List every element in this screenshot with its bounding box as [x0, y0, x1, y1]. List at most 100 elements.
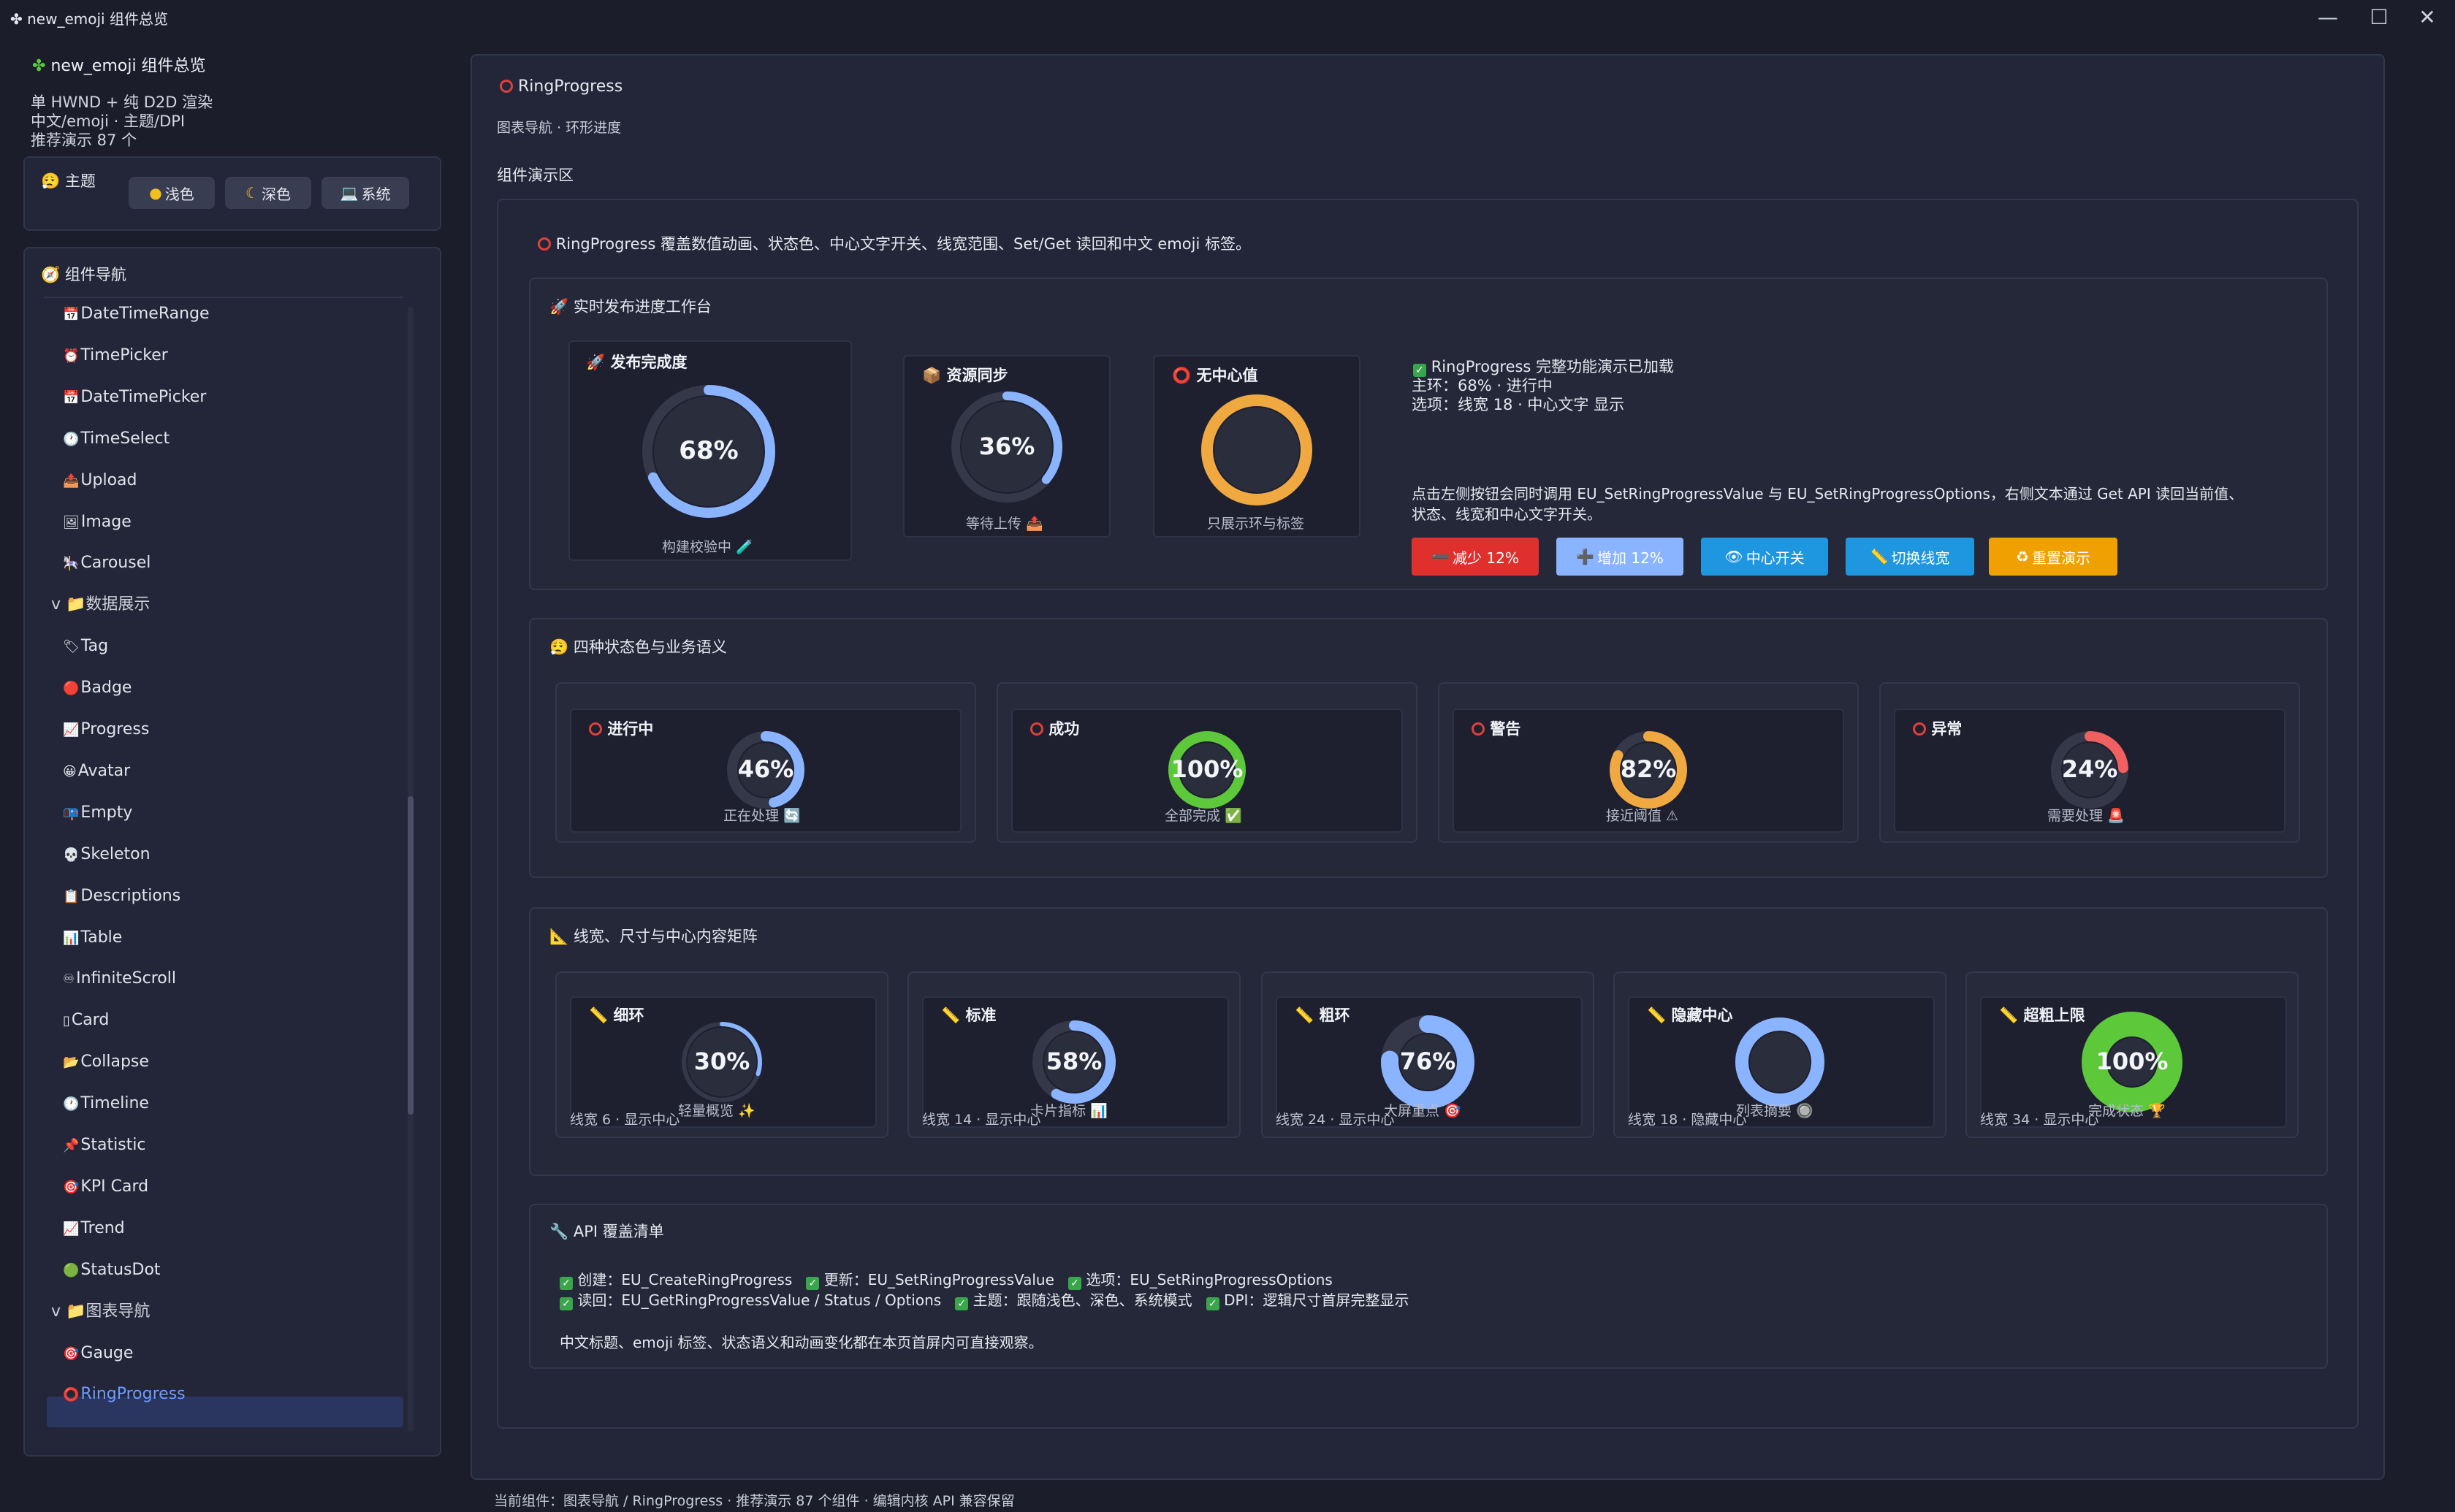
ruler-icon: 📏	[1870, 548, 1889, 565]
minimize-button[interactable]: —	[2306, 4, 2350, 29]
nav-item-icon: ⭕	[63, 1387, 80, 1403]
compass-icon: 🧭	[41, 266, 61, 283]
nav-item-infinitescroll[interactable]: ♾InfiniteScroll	[63, 964, 176, 993]
options-line: 选项：线宽 18 · 中心文字 显示	[1412, 396, 1625, 413]
matrix-card-title: 📏 标准	[941, 1004, 996, 1026]
state-card-title: 成功	[1030, 717, 1079, 739]
matrix-card-title-text: 粗环	[1319, 1007, 1350, 1024]
nav-item-timepicker[interactable]: ⏰TimePicker	[63, 341, 168, 370]
wb-card-caption: 构建校验中 🧪	[662, 539, 753, 555]
theme-system-button[interactable]: 💻 系统	[321, 177, 409, 209]
increase-button[interactable]: ➕ 增加 12%	[1556, 538, 1683, 576]
state-card-caption: 接近阈值 ⚠	[1606, 808, 1679, 824]
nav-item-carousel[interactable]: 🎠Carousel	[63, 549, 151, 578]
ring-icon	[589, 722, 602, 736]
wb-card-caption: 等待上传 📤	[966, 516, 1043, 532]
nav-item-tag[interactable]: 🏷Tag	[63, 632, 108, 661]
nav-item-label: KPI Card	[80, 1177, 149, 1196]
nocenter-ring	[1201, 394, 1312, 505]
toggle-center-button[interactable]: 👁 中心开关	[1701, 538, 1828, 576]
state-card-title-text: 警告	[1490, 720, 1521, 738]
check-icon: ✓	[560, 1297, 573, 1310]
nav-item-gauge[interactable]: 🎯Gauge	[63, 1339, 133, 1368]
nav-item-label: TimePicker	[80, 345, 168, 364]
moon-icon: ☾	[246, 184, 259, 202]
nav-item-table[interactable]: 📊Table	[63, 923, 122, 952]
ring-center	[1214, 408, 1299, 492]
nav-item-label: Upload	[80, 470, 137, 489]
nav-group-header[interactable]: v 📁图表导航	[51, 1297, 150, 1326]
ring-icon	[1472, 722, 1485, 736]
nav-item-timeline[interactable]: 🕐Timeline	[63, 1089, 149, 1118]
nav-item-label: RingProgress	[80, 1385, 186, 1404]
page-title: RingProgress	[500, 77, 623, 96]
matrix-card-title-text: 细环	[613, 1007, 644, 1024]
ruler-icon: 📏	[1295, 1007, 1314, 1024]
state-card-title: 进行中	[589, 717, 653, 739]
nav-group-header[interactable]: v 📁数据展示	[51, 590, 150, 619]
recycle-icon: ♻	[2016, 548, 2029, 565]
minus-icon: ➖	[1431, 548, 1450, 565]
matrix-card-caption: 完成状态 🏆	[2088, 1103, 2166, 1119]
nav-item-descriptions[interactable]: 📋Descriptions	[63, 882, 180, 911]
reset-button[interactable]: ♻ 重置演示	[1989, 538, 2117, 576]
ring-icon	[500, 80, 513, 93]
wrench-icon: 🔧	[549, 1223, 569, 1240]
nav-item-label: Carousel	[80, 554, 151, 573]
nav-item-label: Timeline	[80, 1094, 149, 1113]
theme-dark-button[interactable]: ☾ 深色	[225, 177, 311, 209]
decrease-button[interactable]: ➖ 减少 12%	[1412, 538, 1539, 576]
nav-item-datetimepicker[interactable]: 📅DateTimePicker	[63, 383, 206, 412]
laptop-icon: 💻	[340, 184, 359, 202]
nav-item-label: StatusDot	[80, 1260, 161, 1279]
title-bar: ✤ new_emoji 组件总览 — ☐ ✕	[0, 0, 2455, 34]
nav-item-empty[interactable]: 📭Empty	[63, 798, 132, 828]
breadcrumb: 图表导航 · 环形进度	[497, 120, 622, 136]
nav-item-icon: 📊	[63, 930, 80, 946]
state-ring-value: 46%	[737, 755, 794, 784]
toggle-width-button[interactable]: 📏 切换线宽	[1846, 538, 1974, 576]
theme-light-button[interactable]: ● 浅色	[129, 177, 215, 209]
nav-item-icon: 🎯	[63, 1179, 80, 1195]
window-title: ✤ new_emoji 组件总览	[10, 10, 168, 28]
theme-title: 😮‍💨 主题	[41, 172, 96, 190]
nav-item-icon: 📌	[63, 1138, 80, 1153]
nav-item-kpi-card[interactable]: 🎯KPI Card	[63, 1172, 148, 1202]
nav-item-statusdot[interactable]: 🟢StatusDot	[63, 1256, 161, 1285]
nav-item-label: Skeleton	[80, 844, 151, 863]
nav-item-icon: 💀	[63, 847, 80, 863]
nav-item-image[interactable]: 🖼Image	[63, 508, 132, 537]
nav-item-icon: 📭	[63, 805, 80, 821]
palette-icon: 😮‍💨	[549, 638, 569, 656]
states-title: 😮‍💨 四种状态色与业务语义	[549, 638, 727, 656]
nav-item-label: Avatar	[77, 761, 131, 780]
nav-item-upload[interactable]: 📤Upload	[63, 466, 137, 495]
matrix-card-title: 📏 隐藏中心	[1647, 1004, 1732, 1026]
nav-item-icon: 📈	[63, 722, 80, 738]
nav-item-icon: 😀	[63, 763, 77, 779]
state-card-caption: 需要处理 🚨	[2047, 808, 2125, 824]
nav-item-badge[interactable]: 🔴Badge	[63, 673, 132, 703]
state-card-caption: 正在处理 🔄	[723, 808, 801, 824]
rocket-icon: 🚀	[586, 354, 606, 371]
rocket-icon: 🚀	[549, 298, 569, 316]
ruler-icon: 📏	[941, 1007, 961, 1024]
nav-item-avatar[interactable]: 😀Avatar	[63, 757, 130, 786]
close-button[interactable]: ✕	[2405, 4, 2449, 29]
nav-item-card[interactable]: ▯Card	[63, 1006, 109, 1035]
maximize-button[interactable]: ☐	[2357, 4, 2401, 29]
nav-item-icon: 📋	[63, 888, 80, 904]
nav-item-trend[interactable]: 📈Trend	[63, 1214, 125, 1243]
matrix-card-caption: 大屏重点 🎯	[1384, 1103, 1461, 1119]
nav-item-ringprogress[interactable]: ⭕RingProgress	[63, 1380, 186, 1409]
nav-item-timeselect[interactable]: 🕐TimeSelect	[63, 424, 170, 454]
nav-item-statistic[interactable]: 📌Statistic	[63, 1131, 146, 1160]
matrix-ring-value: 30%	[693, 1047, 750, 1076]
nav-item-progress[interactable]: 📈Progress	[63, 715, 149, 744]
matrix-ring	[1735, 1017, 1824, 1107]
matrix-card-footer: 线宽 6 · 显示中心	[570, 1112, 680, 1128]
nav-scrollbar-thumb[interactable]	[408, 796, 414, 1115]
nav-item-datetimerange[interactable]: 📅DateTimeRange	[63, 299, 210, 329]
nav-item-skeleton[interactable]: 💀Skeleton	[63, 840, 151, 869]
nav-item-collapse[interactable]: 📂Collapse	[63, 1047, 149, 1077]
